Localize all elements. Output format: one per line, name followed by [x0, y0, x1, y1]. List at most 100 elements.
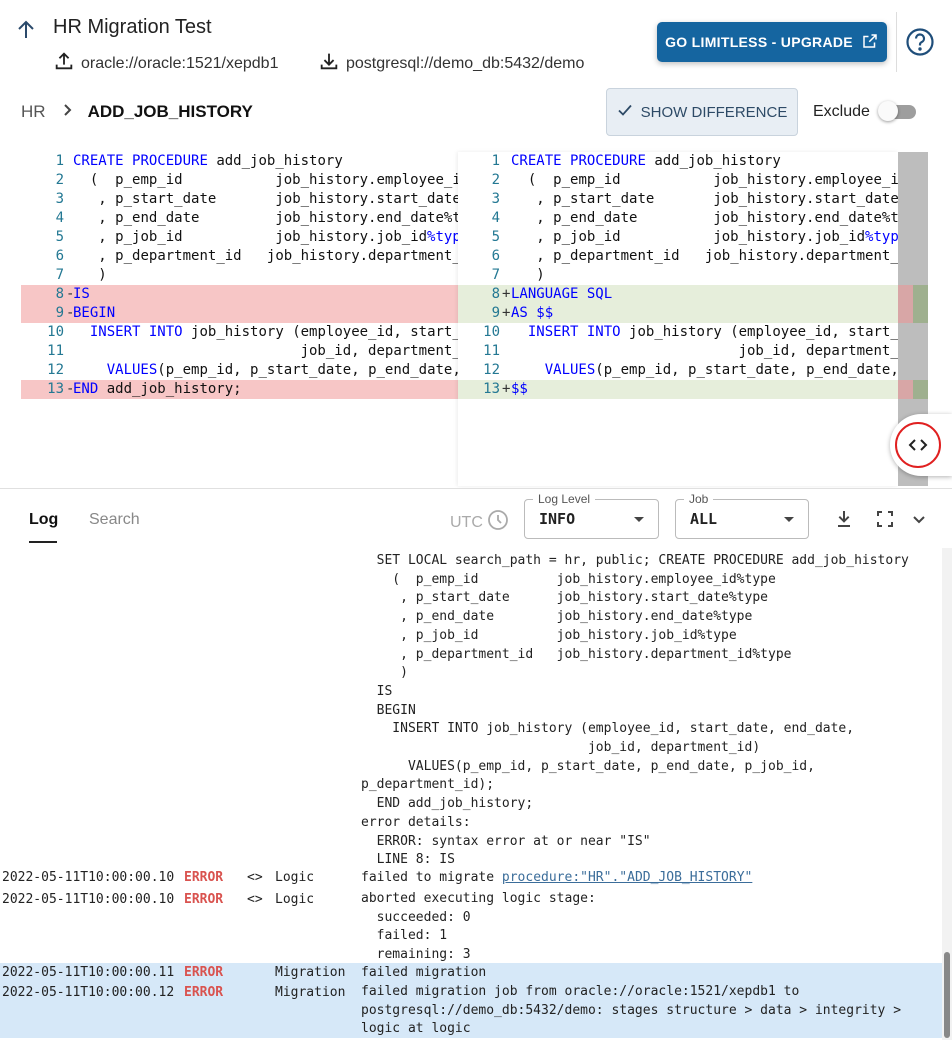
code-text: VALUES(p_emp_id, p_start_date, p_end_dat…	[511, 361, 898, 380]
addition-marker: +	[502, 286, 511, 302]
source-code-pane[interactable]: 1 CREATE PROCEDURE add_job_history 2 ( p_e…	[0, 152, 458, 486]
code-token: p_emp_id	[603, 362, 672, 378]
code-toggle-button[interactable]	[890, 414, 952, 476]
code-line: 13 + $$	[458, 380, 898, 399]
code-line: 8- IS	[21, 285, 458, 304]
job-select[interactable]: Job ALL	[675, 492, 809, 539]
line-number: 12	[483, 362, 500, 378]
procedure-link[interactable]: procedure:"HR"."ADD_JOB_HISTORY"	[502, 870, 752, 885]
code-line: 6 , p_department_id job_history.departme…	[458, 247, 898, 266]
code-token: job_history.employee_id	[275, 172, 458, 188]
code-text: job_id, department_	[73, 342, 458, 361]
line-number: 6	[55, 248, 64, 264]
code-line: 1 CREATE PROCEDURE add_job_history	[0, 152, 458, 171]
fullscreen-icon[interactable]	[873, 507, 897, 531]
code-text: , p_end_date job_history.end_date%typ	[73, 209, 458, 228]
tab-log[interactable]: Log	[29, 511, 58, 529]
log-entry[interactable]: 2022-05-11T10:00:00.12 ERROR Migration fail…	[0, 983, 942, 1038]
line-number: 10	[483, 324, 500, 340]
code-token: add_job_history	[654, 153, 781, 169]
utc-toggle[interactable]: UTC	[450, 509, 509, 536]
log-scrollbar[interactable]	[942, 548, 952, 1040]
show-difference-button[interactable]: SHOW DIFFERENCE	[606, 88, 798, 136]
code-text: job_id, department_	[511, 342, 898, 361]
help-icon[interactable]	[905, 27, 935, 57]
arrow-up-icon[interactable]	[14, 18, 38, 42]
scrollbar-thumb[interactable]	[944, 952, 950, 1038]
code-token: job_history.department_	[704, 248, 898, 264]
code-token: p_start_date	[115, 191, 217, 207]
code-line: 1 CREATE PROCEDURE add_job_history	[458, 152, 898, 171]
code-text: , p_end_date job_history.end_date%ty	[511, 209, 898, 228]
code-text: , p_start_date job_history.start_date%	[511, 190, 898, 209]
code-line: 8 + LANGUAGE SQL	[458, 285, 898, 304]
code-token: start_	[848, 324, 898, 340]
line-number: 7	[55, 267, 64, 283]
toggle-thumb	[878, 101, 898, 121]
page-title: HR Migration Test	[53, 16, 212, 38]
code-token: p_job_id	[553, 229, 621, 245]
breadcrumb-schema[interactable]: HR	[21, 102, 46, 122]
code-line: 5 , p_job_id job_history.job_id%type	[0, 228, 458, 247]
code-token: ,	[393, 324, 402, 340]
code-line: 9 + AS $$	[458, 304, 898, 323]
download-icon	[318, 50, 340, 77]
code-token: job_history	[191, 324, 284, 340]
code-text: , p_department_id job_history.department…	[511, 247, 898, 266]
log-output[interactable]: SET LOCAL search_path = hr, public; CREA…	[0, 548, 942, 1040]
line-number: 3	[55, 191, 64, 207]
log-level-select[interactable]: Log Level INFO	[524, 492, 659, 539]
target-code-pane[interactable]: 1 CREATE PROCEDURE add_job_history 2 ( p_e…	[458, 152, 898, 486]
code-token: job_history	[629, 324, 722, 340]
line-number: 2	[55, 172, 64, 188]
sql-keyword: AS	[511, 305, 528, 321]
target-connection: postgresql://demo_db:5432/demo	[318, 50, 584, 77]
code-token: p_emp_id	[115, 172, 183, 188]
code-token: ,	[98, 210, 107, 226]
download-log-icon[interactable]	[832, 507, 856, 531]
chevron-down-icon[interactable]	[907, 507, 931, 531]
code-token: (	[292, 324, 301, 340]
line-number: 1	[491, 153, 500, 169]
line-number: 4	[491, 210, 500, 226]
upgrade-button[interactable]: GO LIMITLESS - UPGRADE	[657, 22, 887, 62]
utc-label: UTC	[450, 513, 483, 531]
active-tab-indicator	[29, 541, 57, 543]
log-level: ERROR	[184, 892, 224, 907]
code-token: ,	[831, 324, 840, 340]
code-text: )	[73, 266, 106, 285]
exclude-toggle[interactable]	[878, 101, 916, 121]
log-entry[interactable]: 2022-05-11T10:00:00.10 ERROR <> Logic failed…	[0, 868, 942, 888]
log-source: Logic	[275, 892, 315, 907]
code-token: )	[536, 267, 545, 283]
log-entry[interactable]: 2022-05-11T10:00:00.11 ERROR Migration fail…	[0, 963, 942, 983]
log-timestamp: 2022-05-11T10:00:00.11	[2, 965, 175, 980]
source-connection-text: oracle://oracle:1521/xepdb1	[81, 54, 279, 72]
code-line: 9- BEGIN	[21, 304, 458, 323]
code-token: ,	[890, 362, 898, 378]
log-level-value: INFO	[539, 510, 576, 528]
code-token: job_history.department_	[266, 248, 458, 264]
code-token: job_history.start_date%	[713, 191, 898, 207]
sql-keyword: INSERT	[527, 324, 579, 340]
log-level: ERROR	[184, 985, 224, 1000]
tab-search[interactable]: Search	[89, 511, 140, 529]
log-entry[interactable]: 2022-05-11T10:00:00.10 ERROR <> Logic aborte…	[0, 890, 942, 964]
